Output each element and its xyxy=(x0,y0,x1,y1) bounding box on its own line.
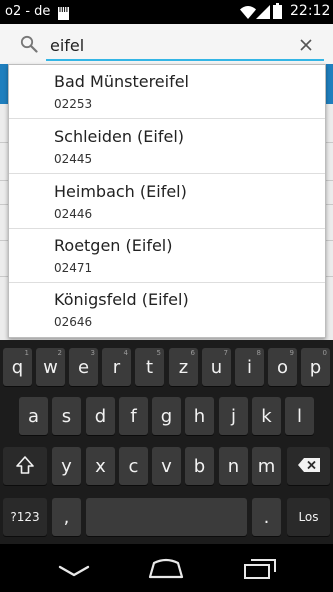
suggestion-item[interactable]: Schleiden (Eifel) 02445 xyxy=(9,120,325,174)
key-label: w xyxy=(43,356,58,378)
key-f[interactable]: f xyxy=(119,397,148,435)
suggestion-item[interactable]: Königsfeld (Eifel) 02646 xyxy=(9,283,325,337)
key-i[interactable]: i8 xyxy=(235,348,264,386)
key-hint: 9 xyxy=(289,349,294,357)
key-m[interactable]: m xyxy=(252,447,281,485)
key-label: t xyxy=(145,356,154,378)
key-label: o xyxy=(276,356,288,378)
key-t[interactable]: t5 xyxy=(135,348,164,386)
key-h[interactable]: h xyxy=(185,397,214,435)
clock: 22:12 xyxy=(290,3,331,19)
recents-icon[interactable] xyxy=(243,558,277,584)
clear-search-icon[interactable] xyxy=(299,37,313,56)
key-hint: 2 xyxy=(57,349,62,357)
key-q[interactable]: q1 xyxy=(3,348,32,386)
key-label: p xyxy=(309,356,322,378)
suggestion-item[interactable]: Heimbach (Eifel) 02446 xyxy=(9,175,325,229)
comma-key[interactable]: , xyxy=(52,498,81,536)
carrier-name: o2 - de xyxy=(5,4,51,19)
suggestion-name: Königsfeld (Eifel) xyxy=(54,290,189,309)
suggestion-name: Schleiden (Eifel) xyxy=(54,127,185,146)
key-p[interactable]: p0 xyxy=(301,348,330,386)
key-n[interactable]: n xyxy=(219,447,248,485)
key-k[interactable]: k xyxy=(252,397,281,435)
key-hint: 8 xyxy=(256,349,261,357)
symbols-key[interactable]: ?123 xyxy=(3,498,47,536)
key-d[interactable]: d xyxy=(86,397,115,435)
key-u[interactable]: u7 xyxy=(202,348,231,386)
key-e[interactable]: e3 xyxy=(69,348,98,386)
key-a[interactable]: a xyxy=(19,397,48,435)
key-label: e xyxy=(77,356,90,378)
key-hint: 0 xyxy=(322,349,327,357)
key-label: i xyxy=(246,356,252,378)
suggestion-item[interactable]: Bad Münstereifel 02253 xyxy=(9,65,325,119)
search-input[interactable] xyxy=(50,33,285,57)
signal-icon xyxy=(256,4,270,23)
on-screen-keyboard: q1 w2 e3 r4 t5 z6 u7 i8 o9 p0 a s d f g … xyxy=(0,340,333,544)
back-icon[interactable] xyxy=(58,562,90,581)
search-bar xyxy=(0,24,333,64)
key-w[interactable]: w2 xyxy=(36,348,65,386)
key-y[interactable]: y xyxy=(52,447,81,485)
key-hint: 7 xyxy=(223,349,228,357)
suggestion-area-code: 02646 xyxy=(54,315,93,329)
navigation-bar xyxy=(0,544,333,592)
key-s[interactable]: s xyxy=(52,397,81,435)
suggestion-area-code: 02253 xyxy=(54,97,93,111)
wifi-icon xyxy=(240,4,256,23)
sd-card-icon xyxy=(58,5,69,24)
search-icon xyxy=(20,35,38,57)
enter-key[interactable]: Los xyxy=(287,498,330,536)
key-x[interactable]: x xyxy=(86,447,115,485)
suggestion-item[interactable]: Roetgen (Eifel) 02471 xyxy=(9,229,325,283)
status-bar: o2 - de 22:12 xyxy=(0,0,333,24)
key-hint: 5 xyxy=(156,349,161,357)
key-hint: 3 xyxy=(90,349,95,357)
key-c[interactable]: c xyxy=(119,447,148,485)
suggestion-area-code: 02471 xyxy=(54,261,93,275)
key-hint: 1 xyxy=(24,349,29,357)
home-icon[interactable] xyxy=(148,557,184,583)
key-v[interactable]: v xyxy=(152,447,181,485)
suggestion-area-code: 02446 xyxy=(54,207,93,221)
key-j[interactable]: j xyxy=(219,397,248,435)
key-hint: 6 xyxy=(190,349,195,357)
search-underline xyxy=(46,59,324,61)
key-b[interactable]: b xyxy=(185,447,214,485)
key-label: u xyxy=(210,356,223,378)
shift-key[interactable] xyxy=(3,447,47,485)
key-z[interactable]: z6 xyxy=(169,348,198,386)
key-g[interactable]: g xyxy=(152,397,181,435)
space-key[interactable] xyxy=(86,498,247,536)
key-o[interactable]: o9 xyxy=(268,348,297,386)
key-hint: 4 xyxy=(123,349,128,357)
suggestion-area-code: 02445 xyxy=(54,152,93,166)
key-label: q xyxy=(11,356,24,378)
backspace-key[interactable] xyxy=(287,447,330,485)
suggestion-name: Roetgen (Eifel) xyxy=(54,236,173,255)
period-key[interactable]: . xyxy=(252,498,281,536)
key-r[interactable]: r4 xyxy=(102,348,131,386)
key-l[interactable]: l xyxy=(285,397,314,435)
shift-arrow-icon xyxy=(16,455,34,477)
suggestion-name: Heimbach (Eifel) xyxy=(54,182,187,201)
battery-icon xyxy=(273,3,282,23)
suggestion-list: Bad Münstereifel 02253 Schleiden (Eifel)… xyxy=(8,64,326,338)
key-label: r xyxy=(112,356,121,378)
backspace-icon xyxy=(297,457,320,475)
key-label: z xyxy=(178,356,189,378)
suggestion-name: Bad Münstereifel xyxy=(54,72,189,91)
